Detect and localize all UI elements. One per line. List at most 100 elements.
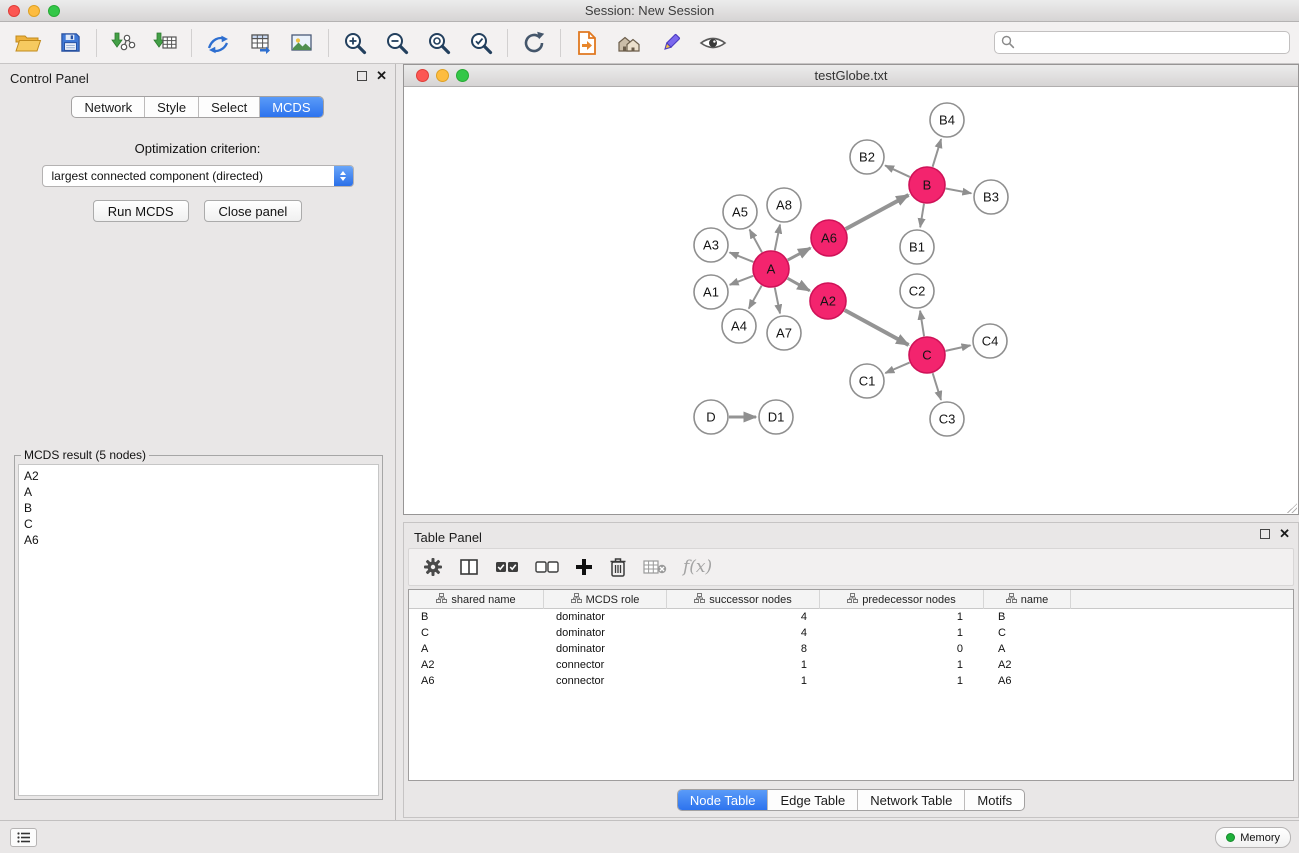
node-A8[interactable]: A8 [767,188,801,222]
open-recent-session-icon[interactable] [571,27,603,59]
zoom-fit-icon[interactable] [423,27,455,59]
column-header-name[interactable]: name [984,590,1071,609]
result-item[interactable]: A6 [24,532,373,548]
column-header-predecessor-nodes[interactable]: predecessor nodes [820,590,984,609]
tab-node-table[interactable]: Node Table [678,790,768,810]
node-A[interactable]: A [753,251,789,287]
node-A6[interactable]: A6 [811,220,847,256]
table-row[interactable]: Cdominator41C [409,625,1293,641]
node-C4[interactable]: C4 [973,324,1007,358]
edge-A-A3[interactable] [730,252,754,262]
edge-A-A5[interactable] [750,230,762,253]
resize-grip[interactable] [1287,503,1297,513]
node-D[interactable]: D [694,400,728,434]
zoom-in-icon[interactable] [339,27,371,59]
tab-motifs[interactable]: Motifs [964,790,1024,810]
mcds-result-list[interactable]: A2ABCA6 [18,464,379,796]
select-all-icon[interactable] [495,553,519,581]
wizard-icon[interactable] [655,27,687,59]
edge-A2-C[interactable] [845,310,909,345]
show-hide-icon[interactable] [697,27,729,59]
edge-B-B2[interactable] [885,165,910,177]
delete-table-icon[interactable] [643,553,667,581]
node-B2[interactable]: B2 [850,140,884,174]
tab-edge-table[interactable]: Edge Table [767,790,857,810]
close-table-panel-icon[interactable]: ✕ [1279,528,1290,540]
edge-B-B3[interactable] [946,189,972,194]
node-D1[interactable]: D1 [759,400,793,434]
result-item[interactable]: A [24,484,373,500]
node-B4[interactable]: B4 [930,103,964,137]
tab-network-table[interactable]: Network Table [857,790,964,810]
add-icon[interactable] [575,553,593,581]
refresh-layout-icon[interactable] [518,27,550,59]
edge-C-C1[interactable] [885,363,909,373]
edge-A-A6[interactable] [788,248,811,260]
tab-style[interactable]: Style [144,97,198,117]
edge-C-C4[interactable] [946,345,971,351]
node-A1[interactable]: A1 [694,275,728,309]
column-header-shared-name[interactable]: shared name [409,590,544,609]
deselect-all-icon[interactable] [535,553,559,581]
edge-C-C2[interactable] [920,311,924,336]
edge-A-A2[interactable] [788,278,810,290]
node-B[interactable]: B [909,167,945,203]
gear-icon[interactable] [423,553,443,581]
node-C2[interactable]: C2 [900,274,934,308]
home-icon[interactable] [613,27,645,59]
column-header-mcds-role[interactable]: MCDS role [544,590,667,609]
zoom-out-icon[interactable] [381,27,413,59]
network-window-titlebar[interactable]: testGlobe.txt [404,65,1298,87]
node-B1[interactable]: B1 [900,230,934,264]
float-table-panel-icon[interactable] [1260,529,1270,539]
show-panels-button[interactable] [10,828,37,847]
node-B3[interactable]: B3 [974,180,1008,214]
network-canvas[interactable]: A A1 A2 A3 A4 A5 A6 A7 A8 B B1 B2 B3 B4 C C1 C2 C3 C4 D D1 [404,87,1298,514]
result-item[interactable]: A2 [24,468,373,484]
node-C3[interactable]: C3 [930,402,964,436]
edge-A6-B[interactable] [846,195,909,229]
table-row[interactable]: Bdominator41B [409,609,1293,625]
column-header-successor-nodes[interactable]: successor nodes [667,590,820,609]
export-image-icon[interactable] [286,27,318,59]
edge-C-C3[interactable] [933,373,941,400]
float-panel-icon[interactable] [357,71,367,81]
result-item[interactable]: B [24,500,373,516]
node-A7[interactable]: A7 [767,316,801,350]
export-table-icon[interactable] [244,27,276,59]
edge-B-B1[interactable] [920,204,924,227]
open-session-icon[interactable] [12,27,44,59]
node-A4[interactable]: A4 [722,309,756,343]
node-A3[interactable]: A3 [694,228,728,262]
trash-icon[interactable] [609,553,627,581]
edge-A-A4[interactable] [749,286,762,309]
zoom-selected-icon[interactable] [465,27,497,59]
tab-select[interactable]: Select [198,97,259,117]
node-A2[interactable]: A2 [810,283,846,319]
result-item[interactable]: C [24,516,373,532]
save-session-icon[interactable] [54,27,86,59]
node-C1[interactable]: C1 [850,364,884,398]
tab-mcds[interactable]: MCDS [259,97,322,117]
edge-A-A8[interactable] [775,225,780,251]
edge-A-A7[interactable] [775,288,780,314]
tab-network[interactable]: Network [72,97,144,117]
edge-A-A1[interactable] [730,276,754,285]
node-A5[interactable]: A5 [723,195,757,229]
run-mcds-button[interactable]: Run MCDS [93,200,189,222]
columns-icon[interactable] [459,553,479,581]
export-network-icon[interactable] [202,27,234,59]
function-builder-icon[interactable]: f(x) [683,557,712,577]
edge-B-B4[interactable] [933,139,942,167]
criterion-select[interactable]: largest connected component (directed) [42,165,354,187]
import-network-icon[interactable] [107,27,139,59]
table-row[interactable]: A2connector11A2 [409,657,1293,673]
close-panel-button[interactable]: Close panel [204,200,303,222]
table-row[interactable]: A6connector11A6 [409,673,1293,689]
memory-button[interactable]: Memory [1215,827,1291,848]
search-input[interactable] [994,31,1290,54]
import-table-icon[interactable] [149,27,181,59]
node-C[interactable]: C [909,337,945,373]
close-panel-icon[interactable]: ✕ [376,70,387,82]
table-row[interactable]: Adominator80A [409,641,1293,657]
